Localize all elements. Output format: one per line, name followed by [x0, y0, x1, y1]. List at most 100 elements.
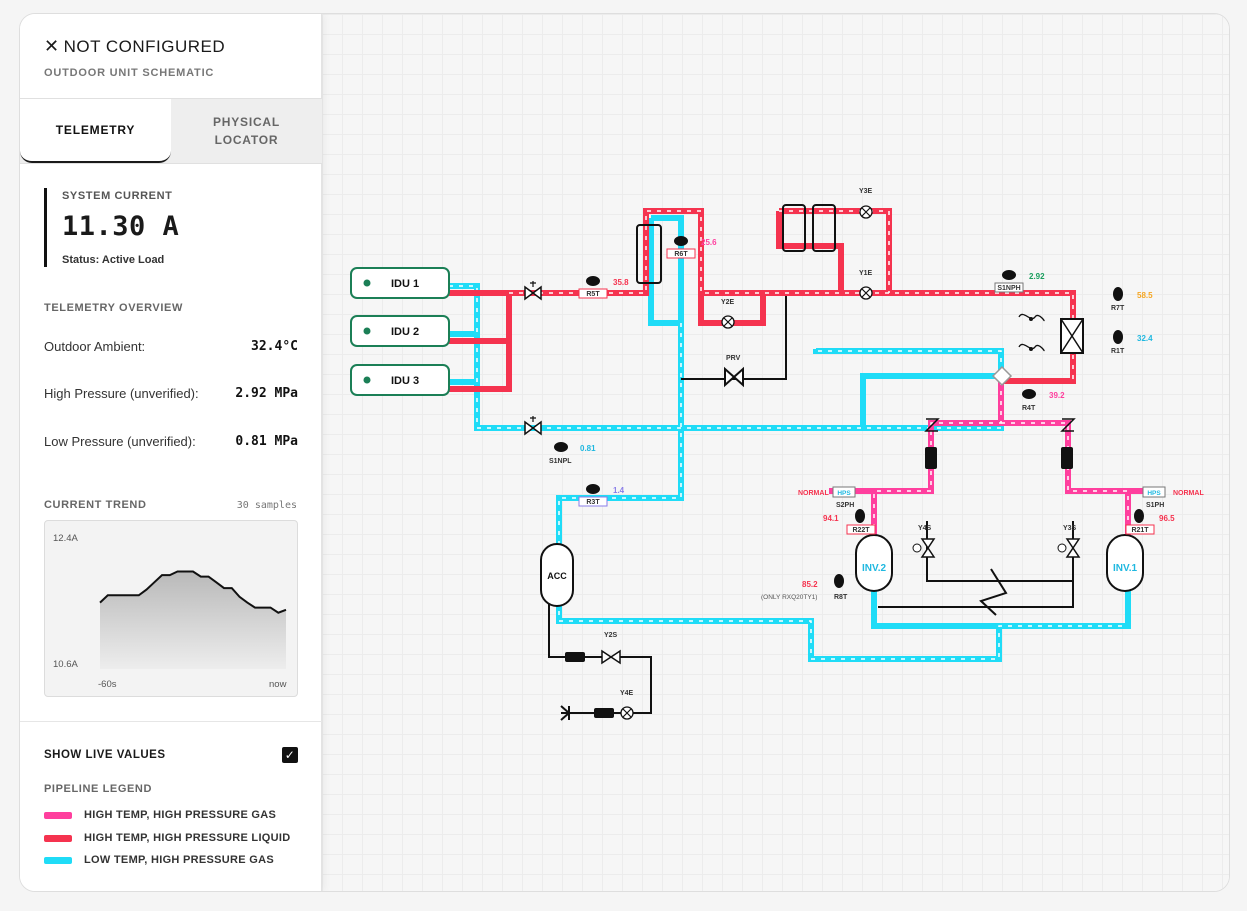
legend-item: HIGH TEMP, HIGH PRESSURE LIQUID — [44, 832, 291, 844]
overview-row-high-pressure: High Pressure (unverified): 2.92 MPa — [44, 386, 298, 401]
sensor-tag: R22T — [852, 527, 870, 534]
sensor-tag: S1NPL — [549, 458, 572, 465]
sensor-value: 25.6 — [701, 238, 717, 247]
legend-swatch — [44, 811, 72, 819]
sensor-tag: R3T — [586, 499, 600, 506]
inverter-label: INV.2 — [862, 563, 887, 574]
title-text: NOT CONFIGURED — [63, 36, 226, 56]
solenoid-valve-y4s[interactable]: Y4S — [912, 525, 936, 558]
sensor-value: 35.8 — [613, 278, 629, 287]
legend-item: HIGH TEMP, HIGH PRESSURE GAS — [44, 809, 276, 821]
valve-y2e[interactable]: Y2E — [721, 299, 735, 329]
accumulator[interactable]: ACC — [540, 543, 574, 607]
app-frame: ✕ NOT CONFIGURED OUTDOOR UNIT SCHEMATIC … — [19, 13, 1230, 892]
close-icon[interactable]: ✕ — [44, 36, 60, 57]
idu-3[interactable]: IDU 3 — [350, 364, 450, 396]
trend-samples-count: 30 samples — [236, 500, 297, 511]
solenoid-valve-y2s[interactable]: Y2S — [601, 632, 621, 665]
valve-label: Y3E — [859, 188, 873, 195]
inverter-compressor-2[interactable]: INV.2 — [855, 534, 893, 592]
sensor-s1npl[interactable]: S1NPL 0.81 — [549, 442, 596, 465]
idu-label: IDU 2 — [391, 326, 419, 338]
solenoid-valve-y3s[interactable]: Y3S — [1057, 525, 1081, 558]
show-live-values-label: SHOW LIVE VALUES — [44, 749, 166, 761]
sensor-r6t[interactable]: R6T 25.6 — [666, 236, 717, 259]
sensor-s1nph[interactable]: S1NPH 2.92 — [994, 270, 1045, 293]
overview-row-low-pressure: Low Pressure (unverified): 0.81 MPa — [44, 434, 298, 449]
sensor-value: 0.81 — [580, 444, 596, 453]
sensor-tag: R4T — [1022, 405, 1036, 412]
valve-y4e[interactable]: Y4E — [620, 690, 634, 720]
tab-telemetry[interactable]: TELEMETRY — [20, 99, 171, 163]
sensor-value: 2.92 — [1029, 272, 1045, 281]
valve-label: Y2S — [604, 632, 618, 639]
valve-y3e[interactable]: Y3E — [859, 188, 873, 219]
overview-row-ambient: Outdoor Ambient: 32.4°C — [44, 339, 298, 354]
sensor-tag: S1PH — [1146, 502, 1164, 509]
sensor-tag: R21T — [1131, 527, 1149, 534]
sensor-r1t[interactable]: R1T 32.4 — [1111, 330, 1153, 355]
trend-x-end: now — [269, 679, 287, 690]
idu-1[interactable]: IDU 1 — [350, 267, 450, 299]
tab-physical-locator-label: PHYSICAL LOCATOR — [212, 115, 281, 147]
sensor-state: NORMAL — [1173, 490, 1204, 497]
pipeline-legend-label: PIPELINE LEGEND — [44, 783, 153, 795]
sensor-r21t[interactable]: R21T 96.5 — [1125, 509, 1175, 535]
sidebar: ✕ NOT CONFIGURED OUTDOOR UNIT SCHEMATIC … — [20, 14, 322, 891]
fan-icon — [1018, 343, 1045, 352]
show-live-values-checkbox[interactable]: ✓ — [282, 747, 298, 763]
sidebar-header: ✕ NOT CONFIGURED OUTDOOR UNIT SCHEMATIC — [44, 36, 225, 79]
pressure-relief-valve[interactable]: PRV — [724, 355, 744, 388]
hot-gas-pipes — [829, 381, 1151, 541]
overview-row-value: 0.81 MPa — [235, 434, 298, 449]
trend-x-start: -60s — [98, 679, 117, 690]
telemetry-overview-label: TELEMETRY OVERVIEW — [44, 302, 183, 314]
schematic-svg: .pl { fill: none; stroke: #f5334f; strok… — [350, 188, 1204, 721]
strainer-icon — [1061, 447, 1073, 469]
oil-separator-icon — [1060, 318, 1084, 354]
fan-icon — [1018, 313, 1045, 322]
idu-label: IDU 3 — [391, 375, 419, 387]
sensor-r4t[interactable]: R4T 39.2 — [1022, 389, 1065, 412]
valve-label: Y4E — [620, 690, 634, 697]
sensor-r8t[interactable]: R8T 85.2 (ONLY RXQ20TY1) — [761, 574, 848, 601]
hps-switch-s2ph: HPS S2PH NORMAL — [798, 486, 856, 509]
valve-label: Y4S — [918, 525, 932, 532]
sensor-tag: R1T — [1111, 348, 1125, 355]
legend-swatch — [44, 834, 72, 842]
tab-physical-locator[interactable]: PHYSICAL LOCATOR — [171, 99, 322, 163]
overview-row-label: Low Pressure (unverified): — [44, 434, 196, 449]
valve-y1e[interactable]: Y1E — [859, 270, 873, 300]
sensor-tag: R5T — [586, 291, 600, 298]
sensor-r7t[interactable]: R7T 58.5 — [1111, 287, 1153, 312]
prv-label: PRV — [726, 355, 741, 362]
trend-y-min: 10.6A — [53, 659, 78, 670]
valve-label: Y1E — [859, 270, 873, 277]
idu-label: IDU 1 — [391, 278, 419, 290]
strainer-icon — [594, 708, 614, 718]
sensor-tag: S2PH — [836, 502, 854, 509]
current-trend-chart: 12.4A 10.6A -60s now — [44, 520, 298, 697]
accumulator-label: ACC — [547, 571, 567, 581]
overview-row-label: Outdoor Ambient: — [44, 339, 146, 354]
legend-item-label: LOW TEMP, HIGH PRESSURE GAS — [84, 854, 275, 866]
hps-label: HPS — [1147, 490, 1161, 497]
overview-row-value: 2.92 MPa — [235, 386, 298, 401]
sensor-value: 1.4 — [613, 486, 625, 495]
system-current-label: SYSTEM CURRENT — [62, 190, 173, 202]
sensor-r22t[interactable]: R22T 94.1 — [823, 509, 876, 535]
idu-2[interactable]: IDU 2 — [350, 315, 450, 347]
sensor-tag: R8T — [834, 594, 848, 601]
sensor-value: 94.1 — [823, 514, 839, 523]
show-live-values-row: SHOW LIVE VALUES ✓ — [44, 747, 298, 763]
sensor-value: 39.2 — [1049, 391, 1065, 400]
sensor-note: (ONLY RXQ20TY1) — [761, 594, 817, 601]
trend-chart-svg: 12.4A 10.6A -60s now — [53, 533, 287, 690]
sensor-value: 32.4 — [1137, 334, 1153, 343]
schematic-canvas[interactable]: .pl { fill: none; stroke: #f5334f; strok… — [322, 14, 1229, 891]
strainer-icon — [565, 652, 585, 662]
tab-bar: TELEMETRY PHYSICAL LOCATOR — [20, 98, 322, 164]
system-current-value: 11.30 A — [62, 211, 180, 242]
page-title: ✕ NOT CONFIGURED — [44, 36, 225, 57]
inverter-compressor-1[interactable]: INV.1 — [1106, 534, 1144, 592]
